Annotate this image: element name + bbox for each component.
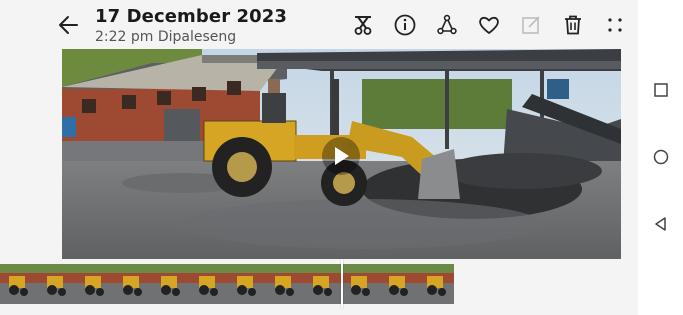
favorite-heart-icon (479, 16, 499, 34)
back-triangle-icon (655, 217, 666, 231)
photo-time-location: 2:22 pm Dipaleseng (95, 29, 237, 45)
delete-button[interactable] (560, 12, 586, 38)
markup-icon (522, 16, 540, 34)
home-circle-icon (653, 149, 669, 165)
video-preview[interactable] (62, 49, 621, 259)
recents-square-icon (654, 83, 668, 97)
edit-button[interactable] (350, 12, 376, 38)
photo-date-title: 17 December 2023 (95, 6, 288, 27)
more-button[interactable] (602, 12, 628, 38)
share-button[interactable] (434, 12, 460, 38)
edit-scissors-icon (354, 16, 372, 35)
home-button[interactable] (652, 148, 670, 166)
filmstrip-frame (304, 264, 342, 304)
markup-button[interactable] (518, 12, 544, 38)
filmstrip-frame (266, 264, 304, 304)
filmstrip-frame (0, 264, 38, 304)
filmstrip-frame (418, 264, 454, 304)
filmstrip-playhead[interactable] (340, 259, 343, 308)
system-back-button[interactable] (652, 215, 670, 233)
info-button[interactable] (392, 12, 418, 38)
more-icon (608, 18, 622, 32)
filmstrip-frame (342, 264, 380, 304)
info-icon (394, 14, 416, 36)
back-button[interactable] (56, 12, 82, 38)
play-button[interactable] (322, 137, 360, 175)
filmstrip-frame (76, 264, 114, 304)
system-nav-bar (638, 0, 683, 315)
delete-icon (565, 15, 581, 35)
favorite-button[interactable] (476, 12, 502, 38)
play-icon (335, 147, 349, 165)
filmstrip-frame (380, 264, 418, 304)
filmstrip-frame (228, 264, 266, 304)
photo-viewer: 17 December 2023 2:22 pm Dipaleseng (0, 0, 638, 315)
video-filmstrip[interactable] (0, 264, 454, 304)
back-arrow-icon (59, 16, 78, 34)
filmstrip-frame (114, 264, 152, 304)
filmstrip-frame (190, 264, 228, 304)
recents-button[interactable] (652, 81, 670, 99)
filmstrip-frame (38, 264, 76, 304)
share-icon (437, 14, 457, 35)
filmstrip-frame (152, 264, 190, 304)
